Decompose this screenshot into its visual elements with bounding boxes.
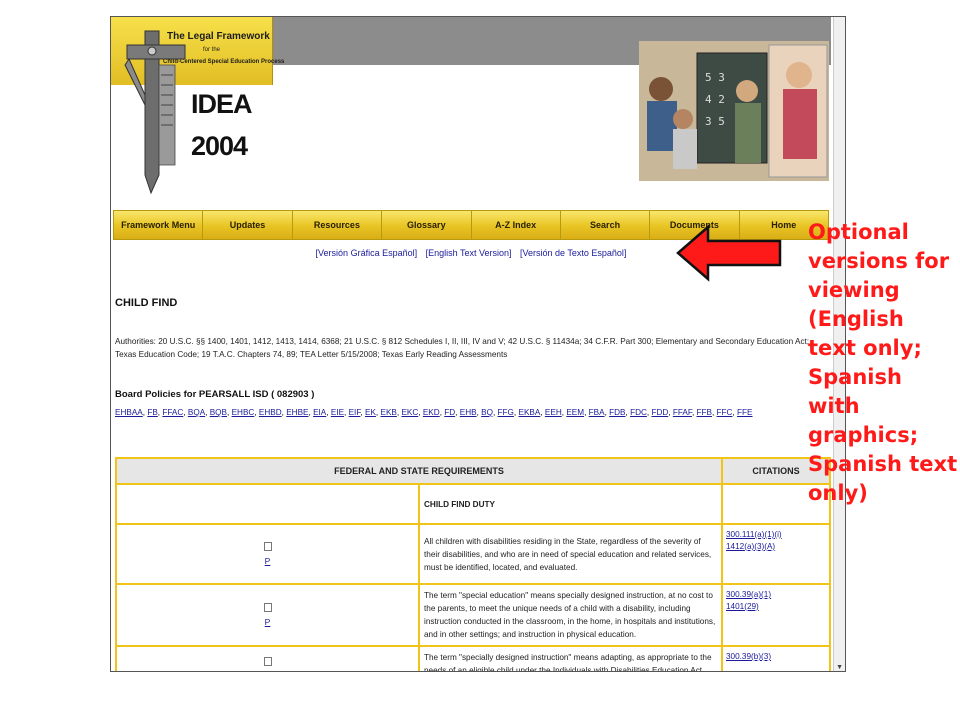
- requirements-table: FEDERAL AND STATE REQUIREMENTS CITATIONS…: [115, 457, 831, 671]
- svg-text:3 5: 3 5: [705, 115, 725, 128]
- table-row: P The term "special education" means spe…: [115, 583, 831, 647]
- board-policy-link[interactable]: FFC: [717, 408, 733, 417]
- board-policy-link[interactable]: EHBD: [259, 408, 282, 417]
- board-policy-link[interactable]: FFAF: [673, 408, 692, 417]
- board-policy-link[interactable]: EKBA: [518, 408, 540, 417]
- citation-link[interactable]: 1401(29): [726, 601, 826, 613]
- document-icon[interactable]: [263, 657, 272, 666]
- spanish-graphic-version-link[interactable]: [Versión Gráfica Español]: [316, 248, 418, 258]
- board-policy-link[interactable]: FFB: [697, 408, 712, 417]
- nav-resources[interactable]: Resources: [291, 210, 382, 240]
- scroll-down-arrow-icon[interactable]: ▼: [836, 664, 843, 671]
- citation-link[interactable]: 1412(a)(3)(A): [726, 541, 826, 553]
- board-policy-link[interactable]: EEM: [566, 408, 584, 417]
- red-left-arrow-icon: [676, 224, 782, 282]
- document-icon[interactable]: [263, 603, 272, 612]
- board-policy-link[interactable]: EKB: [380, 408, 396, 417]
- board-policy-link[interactable]: FFG: [498, 408, 514, 417]
- board-policy-link[interactable]: FFAC: [162, 408, 183, 417]
- board-policy-link[interactable]: EKC: [401, 408, 418, 417]
- board-policy-link[interactable]: EIA: [313, 408, 326, 417]
- site-header: The Legal Framework for the Child-Center…: [111, 17, 831, 209]
- requirements-column-header: FEDERAL AND STATE REQUIREMENTS: [115, 457, 723, 485]
- board-policy-links: EHBAA, FB, FFAC, BQA, BQB, EHBC, EHBD, E…: [115, 407, 827, 419]
- board-policy-link[interactable]: BQB: [210, 408, 227, 417]
- requirement-text: The term "special education" means speci…: [418, 583, 723, 647]
- board-policy-link[interactable]: BQA: [188, 408, 205, 417]
- board-policy-link[interactable]: EKD: [423, 408, 440, 417]
- board-policy-link[interactable]: FB: [147, 408, 157, 417]
- carpenter-square-icon: [124, 30, 186, 195]
- row-icon-cell: P: [115, 523, 420, 585]
- citation-link[interactable]: 300.111(a)(1)(i): [726, 529, 826, 541]
- authorities-text: Authorities: 20 U.S.C. §§ 1400, 1401, 14…: [115, 337, 810, 359]
- nav-glossary[interactable]: Glossary: [381, 210, 471, 240]
- english-text-version-link[interactable]: [English Text Version]: [426, 248, 512, 258]
- svg-text:5 3: 5 3: [705, 71, 725, 84]
- table-row: The term "specially designed instruction…: [115, 645, 831, 671]
- citation-link[interactable]: 300.39(b)(3): [726, 651, 826, 663]
- board-policy-link[interactable]: EHBE: [286, 408, 308, 417]
- nav-updates[interactable]: Updates: [202, 210, 292, 240]
- board-policy-link[interactable]: EEH: [545, 408, 562, 417]
- row-icon-cell: [115, 645, 420, 671]
- board-policy-link[interactable]: BQ: [481, 408, 493, 417]
- board-policy-link[interactable]: FD: [444, 408, 455, 417]
- procedure-link[interactable]: P: [117, 617, 418, 627]
- logo-line-2: for the: [203, 47, 221, 53]
- brand-title: IDEA: [191, 89, 253, 119]
- students-classroom-photo: 5 3 4 2 3 5: [639, 41, 829, 181]
- nav-a-z-index[interactable]: A-Z Index: [470, 210, 560, 240]
- page-title: CHILD FIND: [115, 297, 178, 309]
- annotation-callout: Optional versions for viewing (English t…: [808, 220, 958, 505]
- board-policy-link[interactable]: FDB: [609, 408, 625, 417]
- section-icon-cell: [115, 483, 420, 525]
- browser-window: The Legal Framework for the Child-Center…: [110, 16, 846, 672]
- procedure-link[interactable]: P: [117, 556, 418, 566]
- section-label: CHILD FIND DUTY: [418, 483, 723, 525]
- board-policies-heading: Board Policies for PEARSALL ISD ( 082903…: [115, 389, 315, 400]
- row-icon-cell: P: [115, 583, 420, 647]
- requirement-text: The term "specially designed instruction…: [418, 645, 723, 671]
- citation-link[interactable]: 300.39(a)(1): [726, 589, 826, 601]
- table-row: P All children with disabilities residin…: [115, 523, 831, 585]
- citation-cell: 300.39(b)(3): [721, 645, 831, 671]
- board-policy-link[interactable]: FDC: [630, 408, 647, 417]
- requirement-text: All children with disabilities residing …: [418, 523, 723, 585]
- spanish-text-version-link[interactable]: [Versión de Texto Español]: [520, 248, 626, 258]
- board-policy-link[interactable]: EIF: [349, 408, 361, 417]
- board-policy-link[interactable]: FFE: [737, 408, 752, 417]
- board-policy-link[interactable]: EK: [365, 408, 376, 417]
- board-policy-link[interactable]: FDD: [651, 408, 668, 417]
- document-icon[interactable]: [263, 542, 272, 551]
- board-policy-link[interactable]: EHB: [460, 408, 477, 417]
- board-policy-link[interactable]: EIE: [331, 408, 344, 417]
- brand-year: 2004: [191, 131, 248, 161]
- citation-cell: 300.111(a)(1)(i) 1412(a)(3)(A): [721, 523, 831, 585]
- svg-text:4 2: 4 2: [705, 93, 725, 106]
- board-policy-link[interactable]: EHBAA: [115, 408, 143, 417]
- nav-framework-menu[interactable]: Framework Menu: [113, 210, 203, 240]
- citation-cell: 300.39(a)(1) 1401(29): [721, 583, 831, 647]
- board-policy-link[interactable]: EHBC: [232, 408, 255, 417]
- board-policy-link[interactable]: FBA: [589, 408, 605, 417]
- nav-search[interactable]: Search: [559, 210, 650, 240]
